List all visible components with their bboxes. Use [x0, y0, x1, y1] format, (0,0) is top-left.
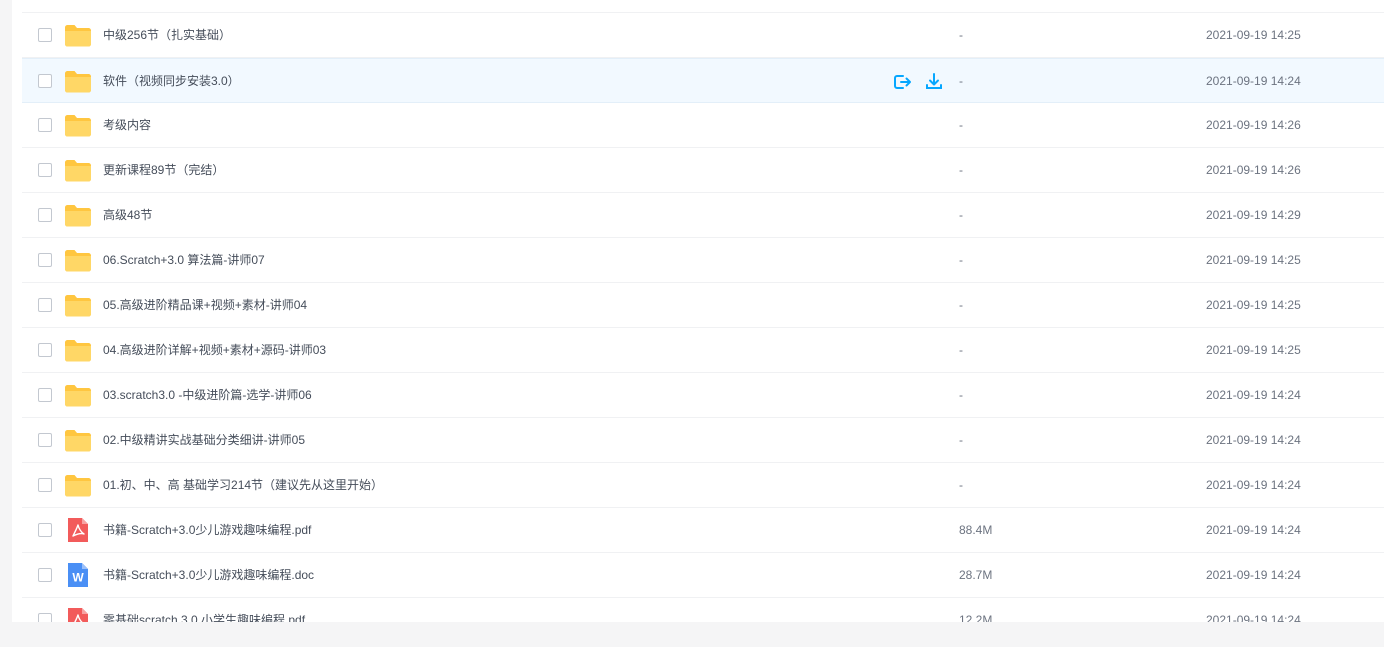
svg-text:W: W: [72, 571, 84, 585]
file-row-8[interactable]: 04.高级进阶详解+视频+素材+源码-讲师03 - 2021-09-19 14:…: [22, 328, 1384, 373]
file-modified-date: 2021-09-19 14:24: [1206, 433, 1301, 447]
file-name[interactable]: 更新课程89节（完结）: [103, 148, 224, 193]
folder-icon: [64, 158, 92, 182]
file-size: -: [959, 74, 963, 88]
row-checkbox[interactable]: [38, 208, 52, 222]
file-row-9[interactable]: 03.scratch3.0 -中级进阶篇-选学-讲师06 - 2021-09-1…: [22, 373, 1384, 418]
file-row-10[interactable]: 02.中级精讲实战基础分类细讲-讲师05 - 2021-09-19 14:24: [22, 418, 1384, 463]
row-actions: [892, 59, 944, 104]
file-modified-date: 2021-09-19 14:25: [1206, 253, 1301, 267]
folder-icon: [64, 338, 92, 362]
file-row-12[interactable]: 书籍-Scratch+3.0少儿游戏趣味编程.pdf 88.4M 2021-09…: [22, 508, 1384, 553]
file-modified-date: 2021-09-19 14:24: [1206, 568, 1301, 582]
row-checkbox[interactable]: [38, 118, 52, 132]
file-size: -: [959, 343, 963, 357]
row-checkbox[interactable]: [38, 343, 52, 357]
file-row-2[interactable]: 软件（视频同步安装3.0） - 2021-09-19 14:24: [22, 58, 1384, 103]
file-name[interactable]: 书籍-Scratch+3.0少儿游戏趣味编程.doc: [103, 553, 314, 598]
download-icon[interactable]: [924, 72, 944, 92]
folder-icon: [64, 203, 92, 227]
word-file-icon: W: [64, 563, 92, 587]
row-checkbox[interactable]: [38, 478, 52, 492]
file-size: -: [959, 478, 963, 492]
share-icon[interactable]: [892, 72, 912, 92]
file-name[interactable]: 05.高级进阶精品课+视频+素材-讲师04: [103, 283, 307, 328]
row-checkbox[interactable]: [38, 28, 52, 42]
file-modified-date: 2021-09-19 14:24: [1206, 74, 1301, 88]
file-name[interactable]: 中级256节（扎实基础）: [103, 13, 231, 58]
file-size: -: [959, 253, 963, 267]
file-modified-date: 2021-09-19 14:24: [1206, 523, 1301, 537]
file-modified-date: 2021-09-19 14:25: [1206, 28, 1301, 42]
file-size: 28.7M: [959, 568, 993, 582]
row-checkbox[interactable]: [38, 523, 52, 537]
row-checkbox[interactable]: [38, 298, 52, 312]
file-row-1[interactable]: 中级256节（扎实基础） - 2021-09-19 14:25: [22, 13, 1384, 58]
file-modified-date: 2021-09-19 14:24: [1206, 613, 1301, 622]
file-size: -: [959, 298, 963, 312]
file-size: -: [959, 118, 963, 132]
file-name[interactable]: 软件（视频同步安装3.0）: [103, 59, 240, 104]
file-name[interactable]: 零基础scratch 3.0 小学生趣味编程.pdf: [103, 598, 305, 622]
folder-icon: [64, 428, 92, 452]
file-size: 12.2M: [959, 613, 993, 622]
file-row-6[interactable]: 06.Scratch+3.0 算法篇-讲师07 - 2021-09-19 14:…: [22, 238, 1384, 283]
file-size: -: [959, 28, 963, 42]
folder-icon: [64, 383, 92, 407]
file-modified-date: 2021-09-19 14:25: [1206, 343, 1301, 357]
folder-icon: [64, 23, 92, 47]
file-modified-date: 2021-09-19 14:24: [1206, 388, 1301, 402]
folder-icon: [64, 293, 92, 317]
file-row-11[interactable]: 01.初、中、高 基础学习214节（建议先从这里开始） - 2021-09-19…: [22, 463, 1384, 508]
pdf-file-icon: [64, 518, 92, 542]
row-checkbox[interactable]: [38, 388, 52, 402]
file-row-5[interactable]: 高级48节 - 2021-09-19 14:29: [22, 193, 1384, 238]
file-name[interactable]: 01.初、中、高 基础学习214节（建议先从这里开始）: [103, 463, 383, 508]
row-checkbox[interactable]: [38, 73, 52, 88]
file-name[interactable]: 高级48节: [103, 193, 152, 238]
file-row-4[interactable]: 更新课程89节（完结） - 2021-09-19 14:26: [22, 148, 1384, 193]
file-size: 88.4M: [959, 523, 993, 537]
row-checkbox[interactable]: [38, 433, 52, 447]
file-list-row-top-partial: [22, 0, 1384, 13]
file-modified-date: 2021-09-19 14:25: [1206, 298, 1301, 312]
file-size: -: [959, 208, 963, 222]
pdf-file-icon: [64, 608, 92, 622]
folder-icon: [64, 113, 92, 137]
file-row-7[interactable]: 05.高级进阶精品课+视频+素材-讲师04 - 2021-09-19 14:25: [22, 283, 1384, 328]
file-name[interactable]: 考级内容: [103, 103, 151, 148]
file-size: -: [959, 388, 963, 402]
row-checkbox[interactable]: [38, 568, 52, 582]
folder-icon: [64, 248, 92, 272]
file-modified-date: 2021-09-19 14:26: [1206, 118, 1301, 132]
file-name[interactable]: 书籍-Scratch+3.0少儿游戏趣味编程.pdf: [103, 508, 311, 553]
file-row-3[interactable]: 考级内容 - 2021-09-19 14:26: [22, 103, 1384, 148]
file-modified-date: 2021-09-19 14:26: [1206, 163, 1301, 177]
file-name[interactable]: 06.Scratch+3.0 算法篇-讲师07: [103, 238, 265, 283]
file-name[interactable]: 02.中级精讲实战基础分类细讲-讲师05: [103, 418, 305, 463]
file-list-panel: 中级256节（扎实基础） - 2021-09-19 14:25 软件（视频同步安…: [12, 0, 1384, 622]
row-checkbox[interactable]: [38, 163, 52, 177]
file-size: -: [959, 433, 963, 447]
folder-icon: [64, 473, 92, 497]
file-name[interactable]: 03.scratch3.0 -中级进阶篇-选学-讲师06: [103, 373, 312, 418]
file-modified-date: 2021-09-19 14:29: [1206, 208, 1301, 222]
file-row-14[interactable]: 零基础scratch 3.0 小学生趣味编程.pdf 12.2M 2021-09…: [22, 598, 1384, 622]
file-name[interactable]: 04.高级进阶详解+视频+素材+源码-讲师03: [103, 328, 326, 373]
row-checkbox[interactable]: [38, 253, 52, 267]
folder-icon: [64, 69, 92, 93]
file-modified-date: 2021-09-19 14:24: [1206, 478, 1301, 492]
file-row-13[interactable]: W 书籍-Scratch+3.0少儿游戏趣味编程.doc 28.7M 2021-…: [22, 553, 1384, 598]
file-size: -: [959, 163, 963, 177]
row-checkbox[interactable]: [38, 613, 52, 622]
